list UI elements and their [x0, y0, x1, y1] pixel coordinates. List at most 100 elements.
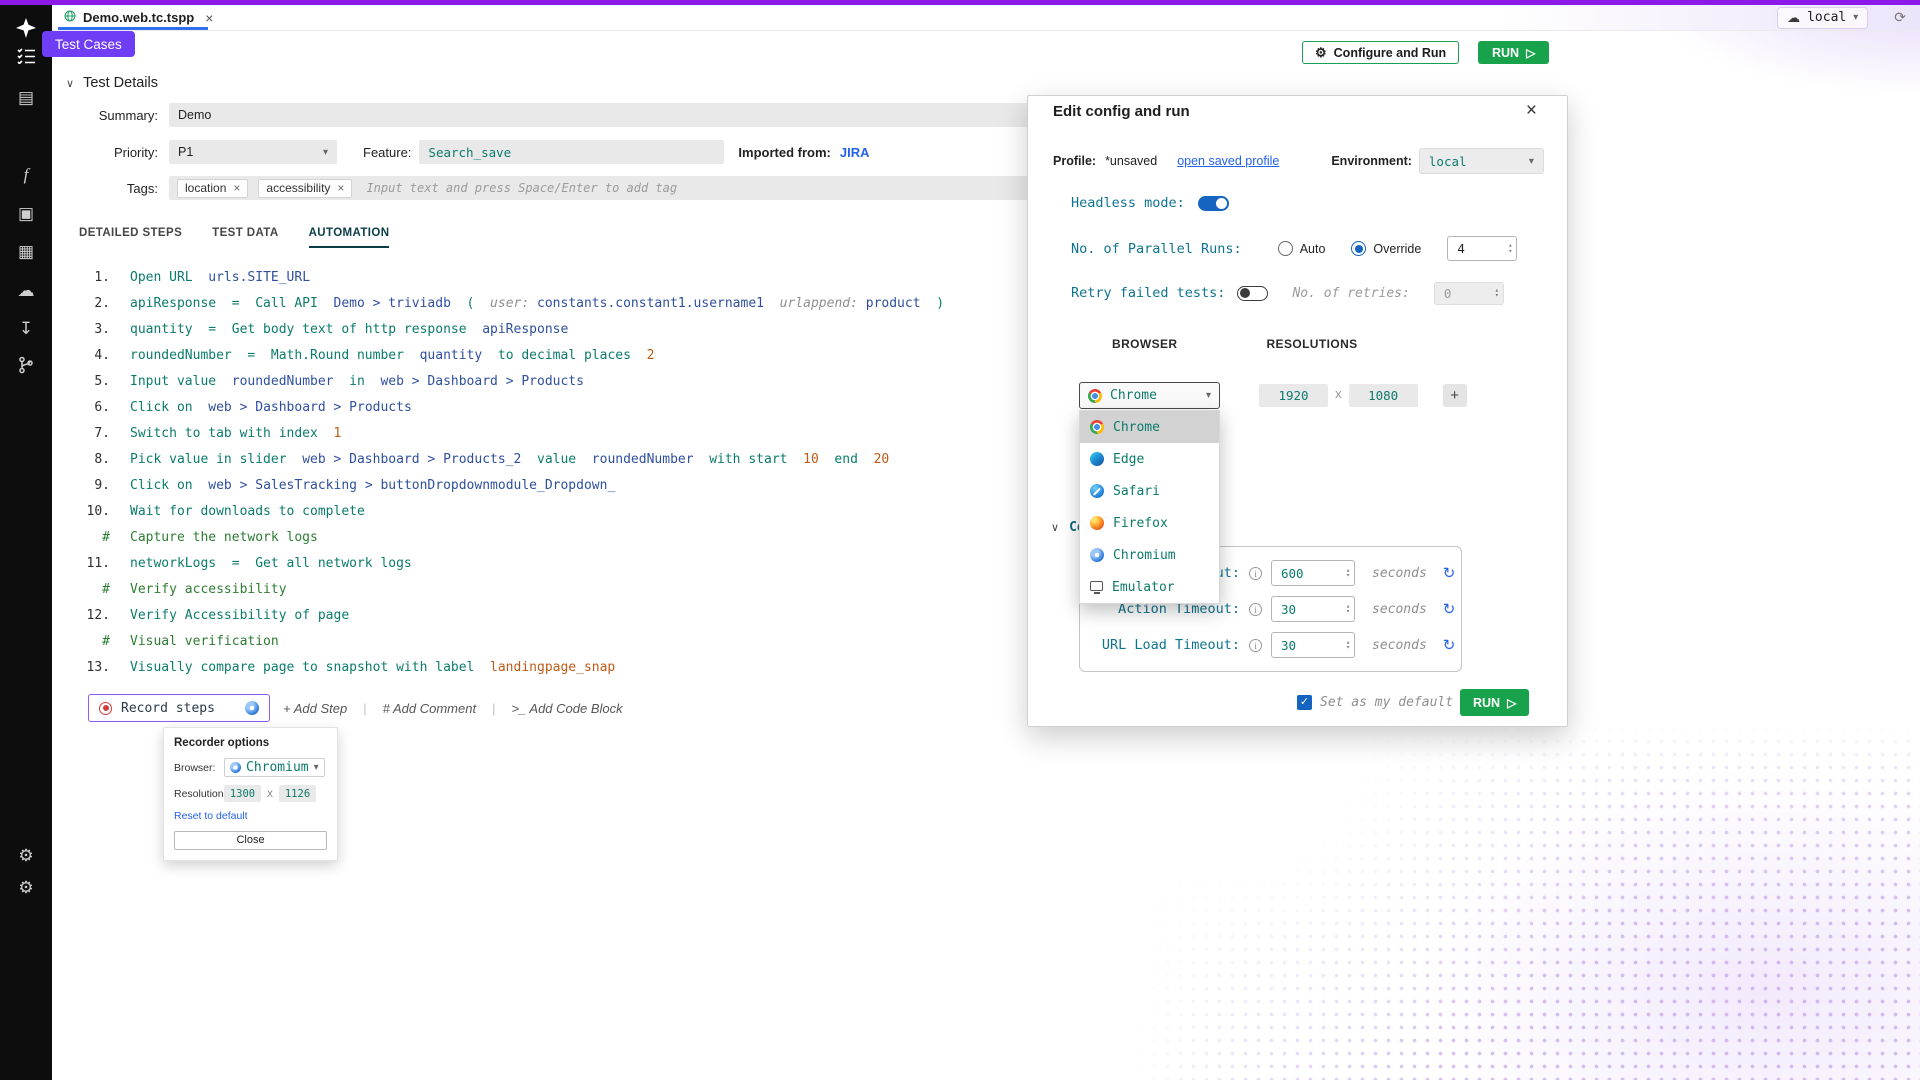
summary-input[interactable]: Demo	[169, 103, 1121, 127]
reset-icon[interactable]: ↻	[1443, 564, 1456, 582]
browser-option-chrome[interactable]: Chrome	[1080, 411, 1219, 443]
retry-toggle[interactable]	[1237, 286, 1268, 301]
info-icon[interactable]	[1249, 639, 1262, 652]
comment-row[interactable]: #Verify accessibility	[66, 576, 944, 602]
step-row[interactable]: 12.Verify Accessibility of page	[66, 602, 944, 628]
auto-radio[interactable]	[1278, 241, 1293, 256]
recorder-height-input[interactable]: 1126	[279, 785, 316, 802]
import-icon[interactable]: ↧	[0, 318, 52, 340]
configure-and-run-button[interactable]: ⚙ Configure and Run	[1302, 41, 1459, 64]
sync-icon[interactable]: ⟳	[1894, 9, 1906, 26]
step-row[interactable]: 11.networkLogs = Get all network logs	[66, 550, 944, 576]
resolutions-header: RESOLUTIONS	[1266, 337, 1357, 351]
card-icon[interactable]: ▣	[0, 203, 52, 225]
function-icon[interactable]: f	[0, 164, 52, 186]
summary-value: Demo	[178, 108, 211, 122]
add-resolution-button[interactable]: +	[1443, 384, 1467, 407]
parallel-count-input[interactable]: 4 ▴▾	[1447, 236, 1517, 261]
step-row[interactable]: 13.Visually compare page to snapshot wit…	[66, 654, 944, 680]
step-row[interactable]: 8.Pick value in slider web > Dashboard >…	[66, 446, 944, 472]
test-cases-label[interactable]: Test Cases	[42, 31, 135, 57]
add-comment-button[interactable]: # Add Comment	[383, 701, 476, 716]
browser-option-emulator[interactable]: Emulator	[1080, 571, 1219, 603]
resolution-width-input[interactable]: 1920	[1259, 384, 1328, 407]
priority-select[interactable]: P1 ▾	[169, 140, 337, 164]
spinner-icons[interactable]: ▴▾	[1508, 243, 1512, 254]
spinner-icons[interactable]: ▴▾	[1346, 604, 1350, 615]
tag-chip[interactable]: accessibility×	[258, 179, 352, 198]
tags-field[interactable]: location×accessibility×Input text and pr…	[169, 176, 1121, 200]
recorder-close-button[interactable]: Close	[174, 831, 327, 850]
open-saved-profile-link[interactable]: open saved profile	[1177, 154, 1279, 168]
step-row[interactable]: 6.Click on web > Dashboard > Products	[66, 394, 944, 420]
timeout-input[interactable]: 600▴▾	[1271, 560, 1355, 586]
browser-option-edge[interactable]: Edge	[1080, 443, 1219, 475]
tab-detailed-steps[interactable]: DETAILED STEPS	[79, 227, 182, 248]
browser-option-firefox[interactable]: Firefox	[1080, 507, 1219, 539]
step-row[interactable]: 9.Click on web > SalesTracking > buttonD…	[66, 472, 944, 498]
step-text: roundedNumber = Math.Round number quanti…	[130, 348, 654, 363]
recorder-width-input[interactable]: 1300	[224, 785, 261, 802]
reset-icon[interactable]: ↻	[1443, 600, 1456, 618]
reset-icon[interactable]: ↻	[1443, 636, 1456, 654]
record-steps-button[interactable]: Record steps	[88, 694, 270, 722]
resolution-height-input[interactable]: 1080	[1349, 384, 1418, 407]
environment-select[interactable]: local ▾	[1419, 148, 1544, 174]
grid-icon[interactable]: ▦	[0, 241, 52, 263]
cloud-icon[interactable]: ☁	[0, 280, 52, 302]
jira-link[interactable]: JIRA	[840, 145, 870, 160]
tab-automation[interactable]: AUTOMATION	[309, 227, 390, 248]
settings2-icon[interactable]: ⚙	[0, 877, 52, 899]
settings-icon[interactable]: ⚙	[0, 845, 52, 867]
recorder-options-title: Recorder options	[174, 737, 327, 749]
reset-to-default-link[interactable]: Reset to default	[174, 810, 327, 822]
spinner-icons[interactable]: ▴▾	[1346, 568, 1350, 579]
tab-test-data[interactable]: TEST DATA	[212, 227, 278, 248]
step-row[interactable]: 5.Input value roundedNumber in web > Das…	[66, 368, 944, 394]
tag-remove-icon[interactable]: ×	[337, 181, 344, 195]
info-icon[interactable]	[1249, 567, 1262, 580]
tags-label: Tags:	[54, 181, 158, 196]
step-row[interactable]: 2.apiResponse = Call API Demo > triviadb…	[66, 290, 944, 316]
browser-option-chromium[interactable]: Chromium	[1080, 539, 1219, 571]
browser-select[interactable]: Chrome ▾	[1079, 382, 1220, 409]
branch-icon[interactable]	[0, 356, 52, 380]
step-text: Switch to tab with index 1	[130, 426, 341, 441]
step-number: 9.	[66, 478, 130, 493]
timeout-input[interactable]: 30▴▾	[1271, 632, 1355, 658]
run-button[interactable]: RUN ▷	[1478, 41, 1549, 64]
step-row[interactable]: 4.roundedNumber = Math.Round number quan…	[66, 342, 944, 368]
environment-selector[interactable]: ☁ local ▾	[1777, 7, 1868, 29]
edit-config-panel: Edit config and run × Profile: *unsaved …	[1027, 95, 1568, 727]
step-row[interactable]: 7.Switch to tab with index 1	[66, 420, 944, 446]
tab-close-icon[interactable]: ×	[205, 10, 213, 26]
profile-label: Profile:	[1053, 154, 1096, 168]
tag-chip[interactable]: location×	[177, 179, 248, 198]
add-code-block-button[interactable]: >_ Add Code Block	[511, 701, 622, 716]
step-row[interactable]: 10.Wait for downloads to complete	[66, 498, 944, 524]
cloud-icon: ☁	[1787, 10, 1800, 26]
headless-toggle[interactable]	[1198, 196, 1229, 211]
test-details-title: Test Details	[83, 75, 158, 91]
step-row[interactable]: 3.quantity = Get body text of http respo…	[66, 316, 944, 342]
recorder-browser-select[interactable]: Chromium ▾	[224, 758, 325, 777]
browser-option-safari[interactable]: Safari	[1080, 475, 1219, 507]
browser-option-label: Chrome	[1113, 420, 1209, 435]
timeout-input[interactable]: 30▴▾	[1271, 596, 1355, 622]
add-step-button[interactable]: + Add Step	[283, 701, 347, 716]
panel-run-button[interactable]: RUN ▷	[1460, 689, 1529, 716]
info-icon[interactable]	[1249, 603, 1262, 616]
tag-remove-icon[interactable]: ×	[233, 181, 240, 195]
step-row[interactable]: 1.Open URL urls.SITE_URL	[66, 264, 944, 290]
comment-row[interactable]: #Visual verification	[66, 628, 944, 654]
resolution-fields: 1920 X 1080 +	[1259, 384, 1467, 407]
panel-close-icon[interactable]: ×	[1526, 100, 1537, 122]
resolution-height-value: 1080	[1368, 388, 1398, 403]
set-default-checkbox[interactable]	[1297, 695, 1312, 710]
test-details-header[interactable]: ∨ Test Details	[66, 75, 158, 91]
comment-row[interactable]: #Capture the network logs	[66, 524, 944, 550]
spinner-icons[interactable]: ▴▾	[1346, 640, 1350, 651]
override-radio[interactable]	[1351, 241, 1366, 256]
feature-input[interactable]: Search_save	[419, 140, 724, 164]
server-icon[interactable]: ▤	[0, 87, 52, 109]
